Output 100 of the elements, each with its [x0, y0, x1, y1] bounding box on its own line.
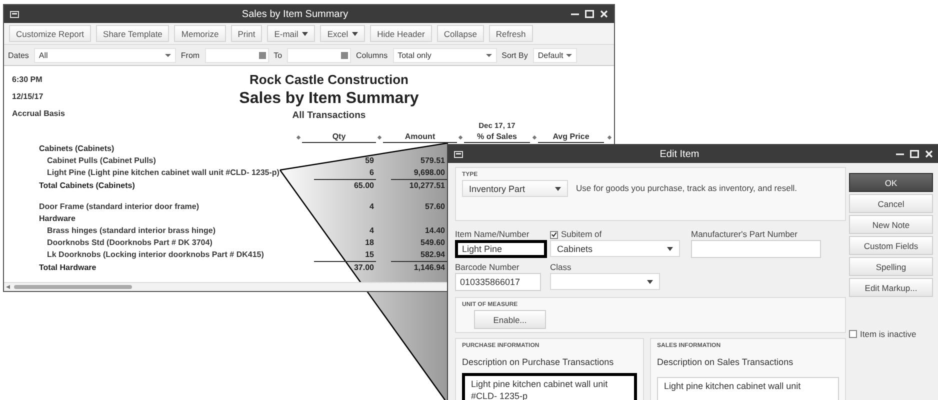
group-label: Hardware — [39, 213, 76, 225]
window-menu-icon[interactable] — [454, 150, 463, 158]
type-description: Use for goods you purchase, track as inventory, and resell. — [576, 183, 797, 194]
field-label: Description on Sales Transactions — [657, 357, 794, 367]
caret-icon — [164, 54, 171, 56]
field-label: Barcode Number — [455, 262, 520, 273]
field-label: Manufacturer's Part Number — [691, 229, 798, 240]
total-label: Total Cabinets (Cabinets) — [39, 180, 136, 192]
filter-dropdown[interactable]: Default — [532, 48, 577, 62]
window-title: Edit Item — [658, 148, 700, 160]
calendar-icon[interactable] — [341, 52, 348, 58]
caret-icon — [566, 54, 572, 56]
qty-cell-text: 4 — [370, 225, 375, 237]
close-icon[interactable] — [600, 10, 608, 18]
column-header[interactable]: Amount — [383, 131, 457, 143]
field-label: Class — [550, 262, 572, 273]
date-field[interactable] — [287, 48, 352, 62]
company-name: Rock Castle Construction — [250, 72, 408, 87]
filter-dropdown[interactable]: All — [34, 48, 176, 62]
description-field[interactable]: Light pine kitchen cabinet wall unit — [657, 377, 839, 400]
item-label: Doorknobs Std (Doorknobs Part # DK 3704) — [46, 237, 214, 249]
description-field[interactable]: Light pine kitchen cabinet wall unit #CLD- 1235-p — [462, 373, 637, 400]
subitem-dropdown[interactable]: Cabinets — [550, 240, 680, 257]
item-label: Door Frame (standard interior door frame) — [39, 201, 200, 213]
checkbox-label: Item is inactive — [860, 329, 916, 339]
toolbar-menu-button[interactable]: Excel — [320, 25, 366, 42]
qty-cell-text: 59 — [365, 155, 375, 167]
window-title: Sales by Item Summary — [240, 8, 350, 20]
checkbox-label: Subitem of — [561, 229, 602, 240]
scrollbar-thumb[interactable] — [14, 285, 132, 289]
checkbox[interactable] — [550, 230, 558, 238]
column-header[interactable]: Avg Price — [538, 131, 604, 143]
toolbar-button[interactable]: Customize Report — [9, 25, 92, 42]
caret-icon — [302, 32, 308, 36]
toolbar-menu-button[interactable]: E-mail — [267, 25, 316, 42]
filter-label: Columns — [356, 50, 388, 60]
column-header[interactable]: Qty — [302, 131, 376, 143]
toolbar-button[interactable]: Refresh — [488, 25, 533, 42]
type-dropdown[interactable]: Inventory Part — [462, 180, 568, 197]
filter-label: Sort By — [502, 50, 528, 60]
toolbar-button[interactable]: Print — [230, 25, 262, 42]
column-marker-icon — [606, 134, 612, 140]
qty-cell-text: 37.00 — [354, 262, 375, 274]
filter-label: From — [180, 50, 200, 60]
field-label: Item Name/Number — [455, 229, 530, 240]
maximize-icon[interactable] — [910, 150, 919, 158]
item-label: Lk Doorknobs (Locking interior doorknobs Part # DK415) — [46, 249, 265, 261]
filter-dropdown[interactable]: Total only — [392, 48, 497, 62]
item-label: Light Pine (Light pine kitchen cabinet wall unit #CLD- 1235-p) — [46, 167, 280, 179]
amount-cell-text: 1,146.94 — [414, 262, 446, 274]
report-date: 12/15/17 — [12, 92, 44, 101]
qty-cell: 15 — [314, 249, 376, 262]
item-label: Cabinet Pulls (Cabinet Pulls) — [46, 155, 157, 167]
total-label: Total Hardware — [39, 262, 98, 274]
amount-cell-text: 549.60 — [420, 237, 446, 249]
toolbar-button[interactable]: Memorize — [174, 25, 226, 42]
filter-label: To — [274, 50, 282, 60]
toolbar-button[interactable]: Hide Header — [370, 25, 432, 42]
part-number-field[interactable] — [691, 240, 821, 258]
report-basis: Accrual Basis — [12, 109, 66, 118]
item-label: Brass hinges (standard interior brass hinge) — [46, 225, 216, 237]
column-marker-icon — [532, 134, 536, 140]
close-icon[interactable] — [925, 150, 933, 158]
caret-icon — [486, 54, 492, 56]
field-label: Description on Purchase Transactions — [462, 357, 615, 367]
qty-cell-text: 18 — [365, 237, 375, 249]
toolbar-button[interactable]: Share Template — [96, 25, 170, 42]
qty-cell-text: 65.00 — [354, 180, 375, 192]
dialog-button[interactable]: New Note — [849, 215, 933, 234]
column-header[interactable]: % of Sales — [464, 131, 530, 143]
maximize-icon[interactable] — [585, 10, 594, 18]
dialog-button[interactable]: Custom Fields — [849, 236, 933, 255]
group-label: Cabinets (Cabinets) — [39, 143, 116, 155]
caret-icon — [555, 186, 561, 190]
column-marker-icon — [458, 134, 463, 140]
qty-cell: 6 — [314, 167, 376, 180]
date-field[interactable] — [204, 48, 269, 62]
item-name-field[interactable]: Light Pine — [455, 240, 547, 258]
report-title: Sales by Item Summary — [239, 90, 419, 108]
caret-icon — [352, 32, 358, 36]
checkbox[interactable] — [849, 330, 857, 338]
report-subtitle: All Transactions — [292, 110, 366, 121]
dialog-button[interactable]: OK — [849, 173, 933, 192]
report-time: 6:30 PM — [12, 75, 44, 84]
calendar-icon[interactable] — [258, 52, 266, 58]
window-menu-icon[interactable] — [10, 10, 19, 18]
caret-icon — [647, 280, 653, 284]
filter-label: Dates — [8, 50, 29, 60]
dialog-button[interactable]: Edit Markup... — [849, 278, 933, 297]
amount-cell-text: 14.40 — [424, 225, 446, 237]
amount-cell-text: 579.51 — [420, 155, 446, 167]
qty-cell-text: 4 — [370, 201, 375, 213]
toolbar-button[interactable]: Collapse — [436, 25, 484, 42]
dialog-button[interactable]: Cancel — [849, 194, 933, 213]
barcode-field[interactable]: 010335866017 — [455, 273, 541, 291]
scroll-left-icon[interactable] — [6, 285, 10, 289]
column-marker-icon — [296, 134, 300, 140]
dialog-button[interactable]: Spelling — [849, 257, 933, 276]
enable-button[interactable]: Enable... — [474, 310, 546, 329]
column-marker-icon — [377, 134, 382, 140]
